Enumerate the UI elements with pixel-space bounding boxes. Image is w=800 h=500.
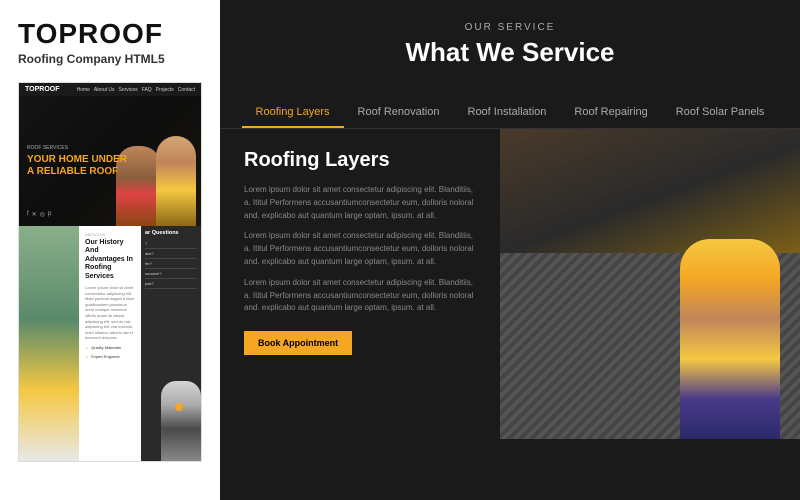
mini-faq-item-4: surance? (145, 269, 197, 279)
mini-about-section: ABOUT US Our History And Advantages In R… (79, 226, 141, 461)
mini-nav-link: Contact (178, 87, 195, 93)
facebook-icon: f (27, 211, 29, 218)
mini-faq-area: ar Questions ? ake? fer? surance? pair? (141, 226, 201, 293)
hero-worker-2 (156, 136, 196, 226)
mini-faq-item-5: pair? (145, 279, 197, 289)
mini-about-title: Our History And Advantages In Roofing Se… (85, 239, 135, 281)
mini-hero-tag: ROOF SERVICES (27, 145, 127, 151)
mini-nav-logo: TOPROOF (25, 86, 59, 93)
mini-about-text: Lorem ipsum dolor sit amet consectetur a… (85, 285, 135, 341)
service-content: Roofing Layers Lorem ipsum dolor sit ame… (220, 129, 800, 439)
book-appointment-button[interactable]: Book Appointment (244, 331, 352, 355)
mini-nav: TOPROOF Home About Us Services FAQ Proje… (19, 83, 201, 96)
tab-roof-repairing[interactable]: Roof Repairing (560, 98, 661, 128)
mini-yellow-dot (175, 403, 183, 411)
mini-nav-links: Home About Us Services FAQ Projects Cont… (77, 87, 195, 93)
mini-faq-item-3: fer? (145, 259, 197, 269)
mini-social: f ✕ ◎ p (27, 211, 51, 218)
mini-nav-link: Projects (156, 87, 174, 93)
service-image (500, 129, 800, 439)
twitter-icon: ✕ (32, 211, 37, 218)
service-header: OUR SERVICE What We Service (220, 0, 800, 98)
brand-subtitle: Roofing Company HTML5 (18, 52, 202, 66)
service-text-area: Roofing Layers Lorem ipsum dolor sit ame… (220, 129, 500, 439)
right-panel: OUR SERVICE What We Service Roofing Laye… (220, 0, 800, 500)
mini-nav-link: Home (77, 87, 90, 93)
brand-title: TOPROOF (18, 20, 202, 48)
service-main-title: What We Service (250, 37, 770, 68)
service-tabs: Roofing Layers Roof Renovation Roof Inst… (220, 98, 800, 129)
mini-faq-section: ar Questions ? ake? fer? surance? pair? (141, 226, 201, 461)
mini-about-image (19, 226, 79, 461)
our-service-label: OUR SERVICE (250, 22, 770, 33)
check-icon-1: ✓ (85, 346, 89, 352)
mini-faq-item-1: ? (145, 239, 197, 249)
mini-site-preview: TOPROOF Home About Us Services FAQ Proje… (18, 82, 202, 462)
mini-nav-link: About Us (94, 87, 115, 93)
feature-label-2: Expert Engineer (91, 354, 120, 359)
service-para-3: Lorem ipsum dolor sit amet consectetur a… (244, 277, 476, 315)
mini-worker-right-figure (161, 381, 201, 461)
worker-left-figure (19, 226, 79, 461)
instagram-icon: ◎ (40, 211, 45, 218)
tab-roof-renovation[interactable]: Roof Renovation (344, 98, 454, 128)
mini-hero-content: ROOF SERVICES YOUR HOME UNDER A RELIABLE… (19, 137, 135, 186)
mini-hero-headline: YOUR HOME UNDER A RELIABLE ROOF (27, 154, 127, 178)
mini-faq-item-2: ake? (145, 249, 197, 259)
tab-roof-solar-panels[interactable]: Roof Solar Panels (662, 98, 779, 128)
mini-nav-link: Services (119, 87, 138, 93)
pinterest-icon: p (48, 211, 51, 218)
mini-faq-title: ar Questions (145, 230, 197, 236)
service-worker-bg (500, 129, 800, 439)
check-icon-2: ✓ (85, 355, 89, 361)
mini-nav-link: FAQ (142, 87, 152, 93)
feature-label-1: Quality Materials (91, 345, 121, 350)
tab-roof-installation[interactable]: Roof Installation (454, 98, 561, 128)
mini-about-tag: ABOUT US (85, 232, 135, 237)
mini-feature-1: ✓ Quality Materials (85, 345, 135, 352)
mini-hero: ROOF SERVICES YOUR HOME UNDER A RELIABLE… (19, 96, 201, 226)
service-heading: Roofing Layers (244, 149, 476, 172)
mini-feature-2: ✓ Expert Engineer (85, 354, 135, 361)
tab-roofing-layers[interactable]: Roofing Layers (242, 98, 344, 128)
mini-bottom: ABOUT US Our History And Advantages In R… (19, 226, 201, 461)
service-para-2: Lorem ipsum dolor sit amet consectetur a… (244, 230, 476, 268)
left-panel: TOPROOF Roofing Company HTML5 TOPROOF Ho… (0, 0, 220, 500)
service-para-1: Lorem ipsum dolor sit amet consectetur a… (244, 184, 476, 222)
worker-figure (680, 239, 780, 439)
